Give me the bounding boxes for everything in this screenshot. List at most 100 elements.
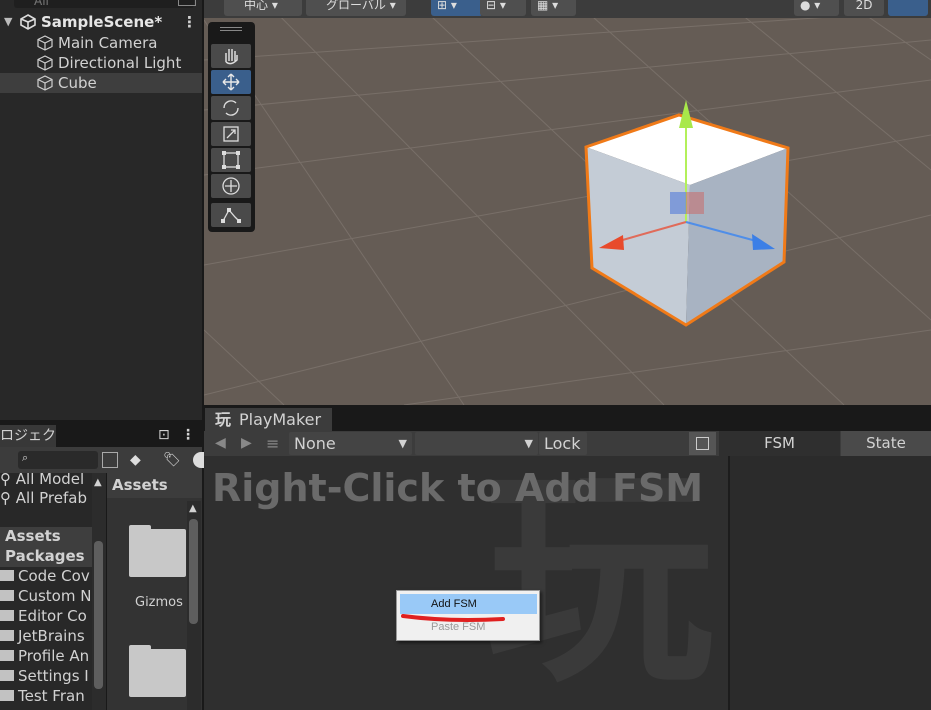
tab-fsm[interactable]: FSM	[719, 431, 840, 456]
playmaker-inspector-panel	[730, 456, 931, 710]
move-tool[interactable]	[211, 70, 251, 94]
gameobject-icon	[37, 35, 53, 51]
search-by-type-icon[interactable]	[102, 452, 118, 468]
canvas-hint: Right-Click to Add FSM	[212, 466, 704, 510]
rect-tool[interactable]	[211, 148, 251, 172]
space-toggle[interactable]: グローバル ▾	[306, 0, 406, 16]
tree-scrollbar-thumb[interactable]	[94, 541, 103, 689]
scroll-up-arrow-icon[interactable]: ▲	[94, 477, 102, 488]
tree-folder-item[interactable]: Custom N	[0, 587, 91, 605]
fsm-graph-canvas[interactable]: 玩 Right-Click to Add FSM Add FSM Paste F…	[204, 456, 728, 710]
hierarchy-search-input[interactable]: All	[14, 0, 194, 8]
hierarchy-item-main-camera[interactable]: Main Camera	[0, 33, 202, 53]
tree-folder-item[interactable]: Code Cov	[0, 567, 90, 585]
scene-row[interactable]: ▼ SampleScene* ⋮	[0, 12, 202, 32]
fsm-select[interactable]: ▼	[415, 432, 538, 455]
scale-tool[interactable]	[211, 122, 251, 146]
dropdown-arrow-icon: ▼	[524, 437, 533, 450]
tree-item-label: Custom N	[18, 587, 92, 605]
asset-scrollbar[interactable]: ▲	[187, 501, 201, 710]
tree-item-packages[interactable]: Packages	[0, 547, 92, 567]
tab-fsm-label: FSM	[764, 434, 795, 452]
dropdown-arrow-icon: ▼	[398, 437, 407, 450]
move-icon	[222, 73, 240, 91]
hierarchy-create-icon[interactable]	[178, 0, 196, 6]
tree-folder-item[interactable]: Test Fran	[0, 687, 85, 705]
hand-icon	[225, 49, 238, 65]
scroll-up-arrow-icon[interactable]: ▲	[189, 503, 197, 514]
custom-tool-icon	[221, 208, 241, 223]
custom-tool[interactable]	[211, 203, 251, 227]
back-arrow-icon[interactable]: ◀	[215, 435, 226, 451]
shading-mode-button[interactable]: ● ▾	[794, 0, 839, 16]
transform-icon	[222, 177, 240, 195]
scene-grid	[204, 0, 931, 405]
snap-increment-button[interactable]: ⊟ ▾	[480, 0, 526, 16]
tree-folder-item[interactable]: JetBrains	[0, 627, 85, 645]
rect-transform-icon	[222, 151, 240, 169]
asset-label: Gizmos	[135, 595, 183, 610]
tab-state[interactable]: State	[841, 431, 931, 456]
hierarchy-item-directional-light[interactable]: Directional Light	[0, 53, 202, 73]
project-search-input[interactable]: ⌕	[18, 451, 98, 469]
tree-folder-item[interactable]: Profile An	[0, 647, 89, 665]
grid-visibility-button[interactable]: ▦ ▾	[531, 0, 576, 16]
2d-toggle[interactable]: 2D	[844, 0, 884, 16]
tree-scrollbar[interactable]: ▲	[92, 473, 106, 710]
tree-item-label: JetBrains	[18, 627, 85, 645]
scene-view[interactable]	[204, 0, 931, 405]
cube-object	[584, 100, 790, 327]
gameobject-select[interactable]: None ▼	[289, 432, 412, 455]
hierarchy-item-cube[interactable]: Cube	[0, 73, 202, 93]
tree-item-label: Profile An	[18, 647, 90, 665]
history-menu-icon[interactable]: ≡	[266, 434, 279, 453]
tree-folder-item[interactable]: Settings I	[0, 667, 89, 685]
folder-icon	[0, 650, 14, 661]
pivot-toggle[interactable]: 中心 ▾	[224, 0, 302, 16]
project-tab[interactable]: ロジェクト	[0, 425, 56, 466]
add-fsm-menu-item[interactable]: Add FSM	[400, 594, 537, 614]
playmaker-tab-label: PlayMaker	[239, 410, 322, 429]
lock-toggle[interactable]: Lock	[539, 432, 587, 455]
project-menu-icon[interactable]: ⋮	[181, 427, 195, 443]
favorite-item[interactable]: ⚲ All Model	[0, 473, 84, 488]
favorite-label: All Model	[15, 473, 85, 488]
tree-item-label: Assets	[5, 527, 61, 545]
folder-icon	[0, 630, 14, 641]
folder-icon	[0, 690, 14, 701]
hand-tool[interactable]	[211, 44, 251, 68]
filter-type-icon[interactable]: ◆	[130, 452, 141, 468]
rotate-tool[interactable]	[211, 96, 251, 120]
tree-folder-item[interactable]: Editor Co	[0, 607, 87, 625]
favorite-item[interactable]: ⚲ All Prefab	[0, 489, 87, 507]
playmaker-tab[interactable]: 玩 PlayMaker	[205, 408, 332, 431]
folder-icon	[0, 590, 14, 601]
minimap-toggle-icon[interactable]	[689, 432, 716, 455]
tree-item-label: Settings I	[18, 667, 89, 685]
tree-item-assets[interactable]: Assets	[0, 527, 92, 547]
asset-scrollbar-thumb[interactable]	[189, 519, 198, 624]
scene-menu-icon[interactable]: ⋮	[182, 12, 197, 32]
forward-arrow-icon[interactable]: ▶	[241, 435, 252, 451]
folder-icon	[0, 670, 14, 681]
hierarchy-item-label: Cube	[58, 74, 97, 92]
grid-snap-button[interactable]: ⊞ ▾	[431, 0, 483, 16]
space-label: グローバル	[326, 0, 386, 12]
gameobject-select-value: None	[294, 434, 336, 453]
lighting-toggle[interactable]	[888, 0, 928, 16]
scale-icon	[223, 126, 239, 142]
tab-state-label: State	[866, 434, 906, 452]
asset-grid: Assets Gizmos ▲	[107, 473, 202, 710]
asset-folder[interactable]	[125, 645, 186, 705]
filter-label-icon[interactable]: 🏷	[163, 452, 181, 468]
lock-label: Lock	[544, 434, 581, 453]
asset-folder-gizmos[interactable]: Gizmos	[125, 525, 186, 615]
gameobject-icon	[37, 75, 53, 91]
hierarchy-item-label: Main Camera	[58, 34, 158, 52]
collapse-arrow-icon[interactable]: ▼	[4, 12, 12, 32]
folder-icon	[129, 525, 186, 577]
transform-tool[interactable]	[211, 174, 251, 198]
folder-icon	[0, 610, 14, 621]
lock-icon[interactable]: ⊡	[158, 427, 170, 443]
palette-drag-handle[interactable]	[220, 27, 242, 31]
